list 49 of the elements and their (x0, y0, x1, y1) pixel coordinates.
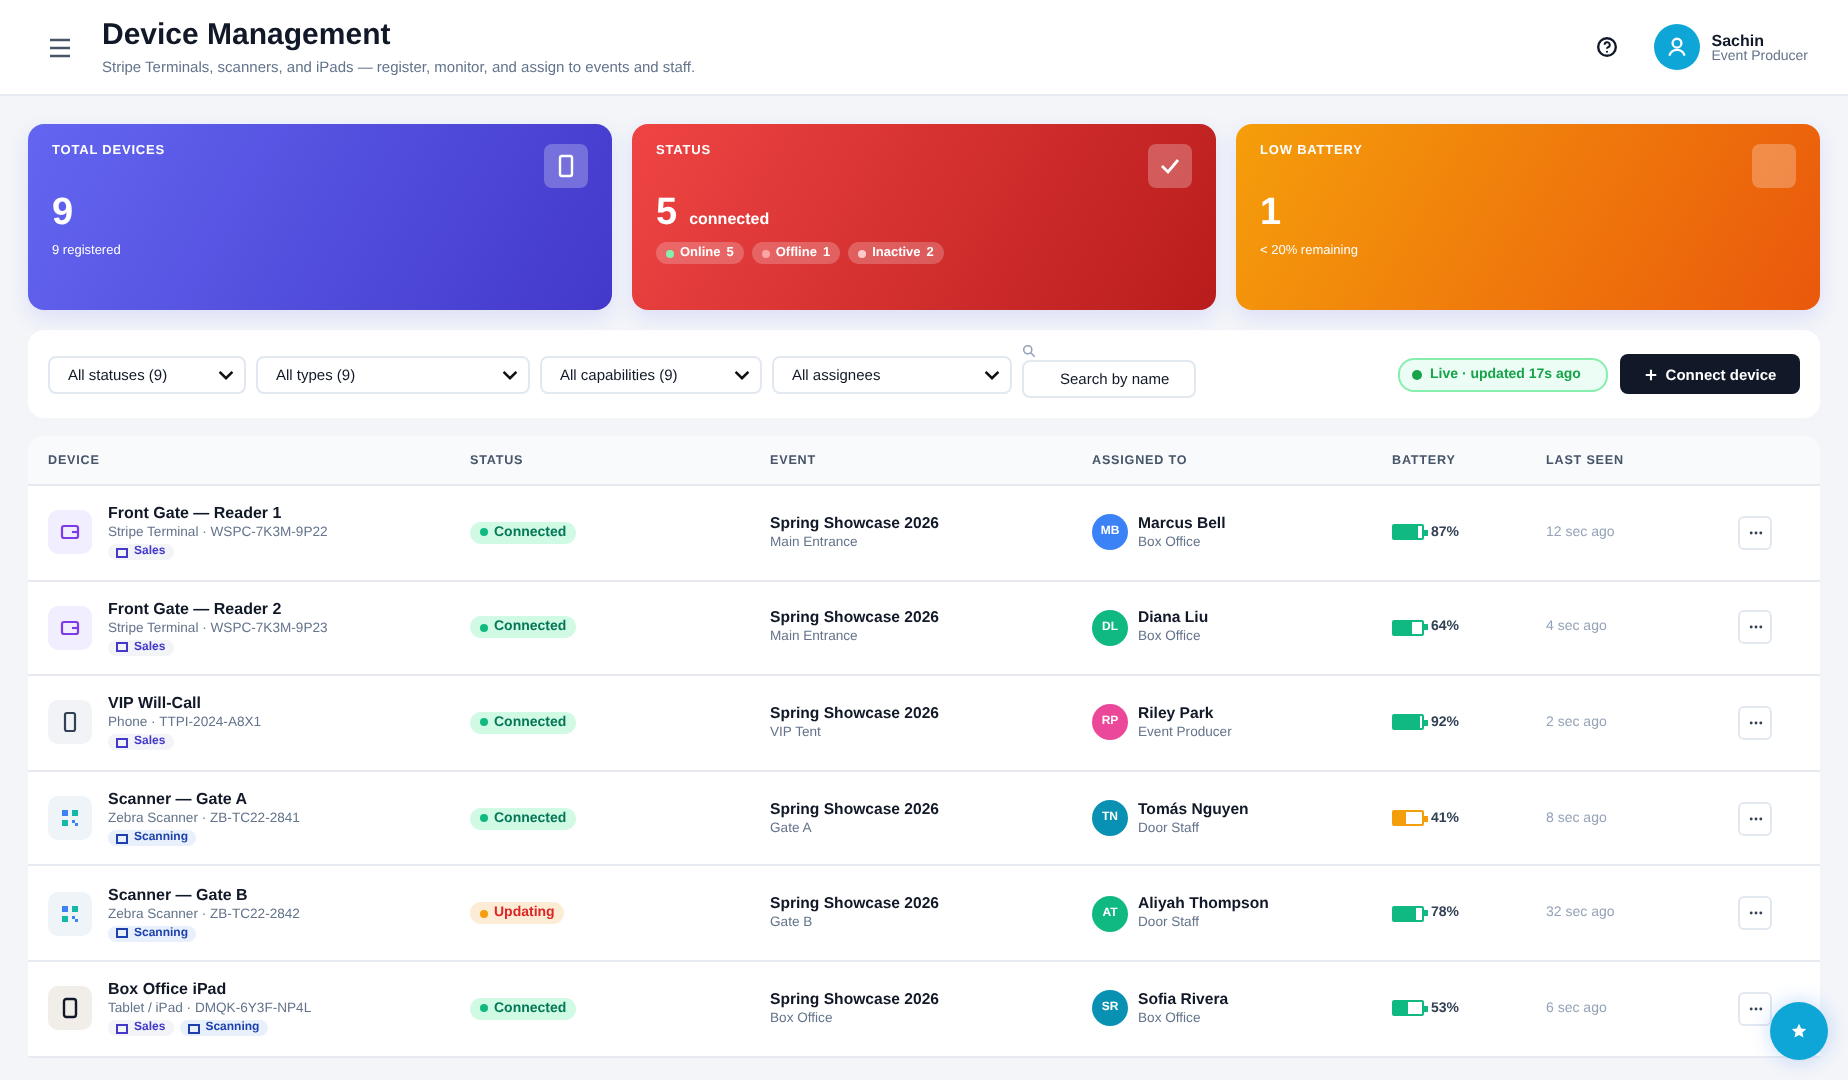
chevron-down-icon (984, 369, 1000, 379)
battery-meter (1392, 524, 1424, 541)
more-button[interactable] (1738, 801, 1772, 836)
more-button[interactable] (1738, 515, 1772, 550)
device-name: Front Gate — Reader 2 (108, 599, 284, 620)
more-icon (1747, 910, 1763, 917)
battery-meter (1392, 619, 1424, 636)
more-button[interactable] (1738, 896, 1772, 931)
star-icon (1790, 1022, 1808, 1040)
device-icon (48, 510, 92, 555)
stat-value: 5 (656, 192, 678, 236)
more-icon (1747, 624, 1763, 631)
more-icon (1747, 719, 1763, 726)
more-icon (1747, 529, 1763, 536)
device-icon (48, 891, 92, 936)
device-name: Scanner — Gate A (108, 790, 250, 811)
battery-meter (1392, 810, 1424, 827)
device-name: Front Gate — Reader 1 (108, 504, 284, 525)
device-name: VIP Will-Call (108, 694, 203, 715)
chevron-down-icon (502, 369, 518, 379)
icon-tile-icon (1752, 144, 1796, 188)
stat-value: 9 (52, 192, 74, 236)
more-button[interactable] (1738, 705, 1772, 740)
battery-meter (1392, 1000, 1424, 1017)
user-avatar-icon[interactable] (1653, 24, 1700, 70)
plus-icon (1643, 367, 1658, 381)
page-title: Device Management (102, 18, 393, 54)
battery-meter (1392, 905, 1424, 922)
device-icon (48, 796, 92, 841)
search-icon (1022, 344, 1036, 358)
device-icon (48, 986, 92, 1031)
more-button[interactable] (1738, 991, 1772, 1026)
more-button[interactable] (1738, 610, 1772, 645)
chevron-down-icon (734, 369, 750, 379)
help-icon[interactable] (1595, 36, 1618, 58)
chevron-down-icon (218, 369, 234, 379)
menu-icon[interactable] (48, 37, 72, 57)
user-name: Sachin (1711, 31, 1766, 49)
check-icon (1148, 144, 1192, 188)
stat-value: 1 (1260, 192, 1282, 236)
device-icon (48, 605, 92, 650)
battery-meter (1392, 714, 1424, 731)
stat-unit: connected (689, 210, 770, 228)
device-name: Box Office iPad (108, 980, 229, 1001)
tablet-icon (544, 144, 588, 188)
more-icon (1747, 1005, 1763, 1012)
more-icon (1747, 815, 1763, 822)
device-icon (48, 700, 92, 745)
device-name: Scanner — Gate B (108, 885, 250, 906)
